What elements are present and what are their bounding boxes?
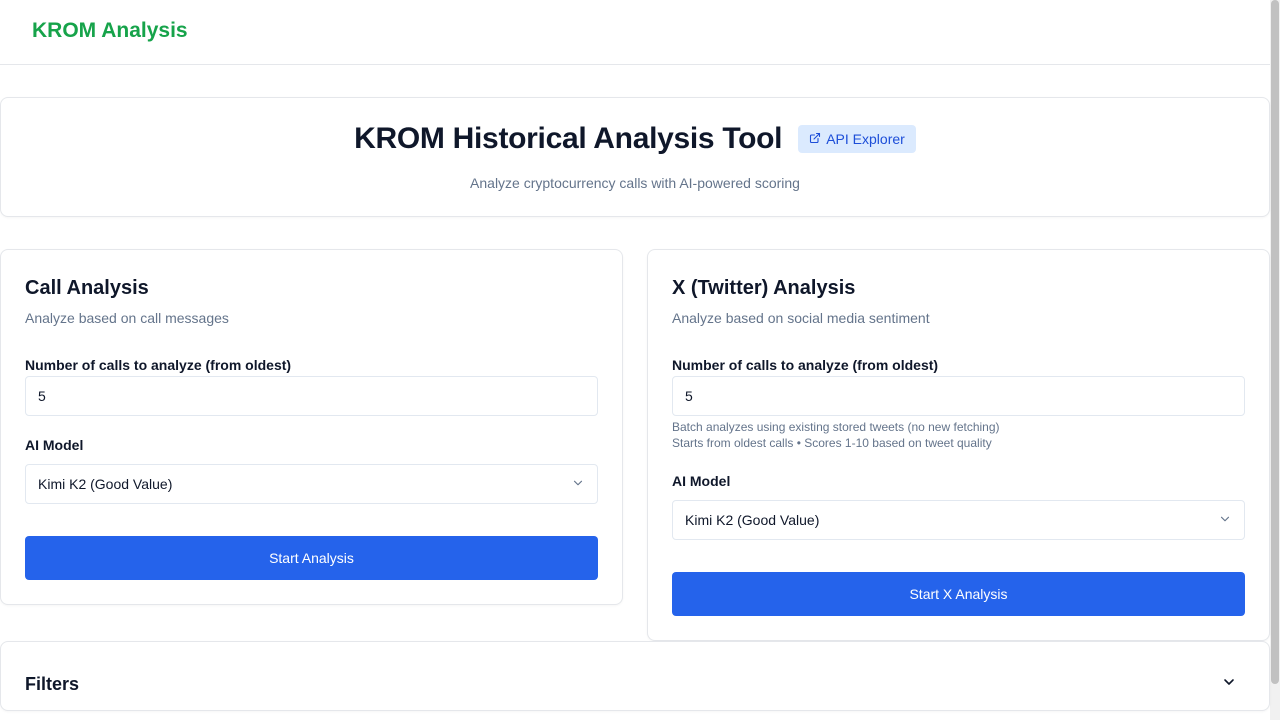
call-model-value: Kimi K2 (Good Value) (38, 476, 173, 492)
hero-title-row: KROM Historical Analysis Tool API Explor… (1, 122, 1269, 156)
x-analysis-panel: X (Twitter) Analysis Analyze based on so… (647, 249, 1270, 641)
x-model-select[interactable]: Kimi K2 (Good Value) (672, 500, 1245, 540)
page-title: KROM Historical Analysis Tool (354, 122, 783, 155)
call-count-label: Number of calls to analyze (from oldest) (25, 357, 292, 373)
x-count-value: 5 (685, 388, 693, 404)
start-x-analysis-button[interactable]: Start X Analysis (672, 572, 1245, 616)
top-navbar: KROM Analysis (0, 0, 1270, 65)
call-analysis-panel: Call Analysis Analyze based on call mess… (0, 249, 623, 605)
x-analysis-subtitle: Analyze based on social media sentiment (672, 310, 930, 326)
x-hint-scoring: Starts from oldest calls • Scores 1-10 b… (672, 436, 992, 450)
call-count-input[interactable]: 5 (25, 376, 598, 416)
call-count-value: 5 (38, 388, 46, 404)
chevron-down-icon (571, 476, 585, 493)
start-analysis-button[interactable]: Start Analysis (25, 536, 598, 580)
x-analysis-title: X (Twitter) Analysis (672, 277, 856, 299)
call-analysis-title: Call Analysis (25, 277, 149, 299)
chevron-down-icon[interactable] (1221, 674, 1237, 690)
hero-card: KROM Historical Analysis Tool API Explor… (0, 97, 1270, 217)
call-analysis-subtitle: Analyze based on call messages (25, 310, 229, 326)
call-model-select[interactable]: Kimi K2 (Good Value) (25, 464, 598, 504)
call-model-label: AI Model (25, 437, 84, 453)
x-count-input[interactable]: 5 (672, 376, 1245, 416)
page-subtitle: Analyze cryptocurrency calls with AI-pow… (470, 175, 800, 191)
x-model-value: Kimi K2 (Good Value) (685, 512, 820, 528)
api-explorer-label: API Explorer (826, 131, 905, 147)
api-explorer-button[interactable]: API Explorer (798, 125, 916, 153)
chevron-down-icon (1218, 512, 1232, 529)
brand-logo-text[interactable]: KROM Analysis (32, 19, 188, 43)
x-model-label: AI Model (672, 473, 731, 489)
x-count-label: Number of calls to analyze (from oldest) (672, 357, 939, 373)
filters-title: Filters (25, 674, 80, 694)
x-hint-batch: Batch analyzes using existing stored twe… (672, 420, 1000, 434)
filters-panel[interactable]: Filters (0, 641, 1270, 711)
external-link-icon (809, 131, 821, 147)
page-scrollbar-thumb[interactable] (1271, 0, 1279, 684)
